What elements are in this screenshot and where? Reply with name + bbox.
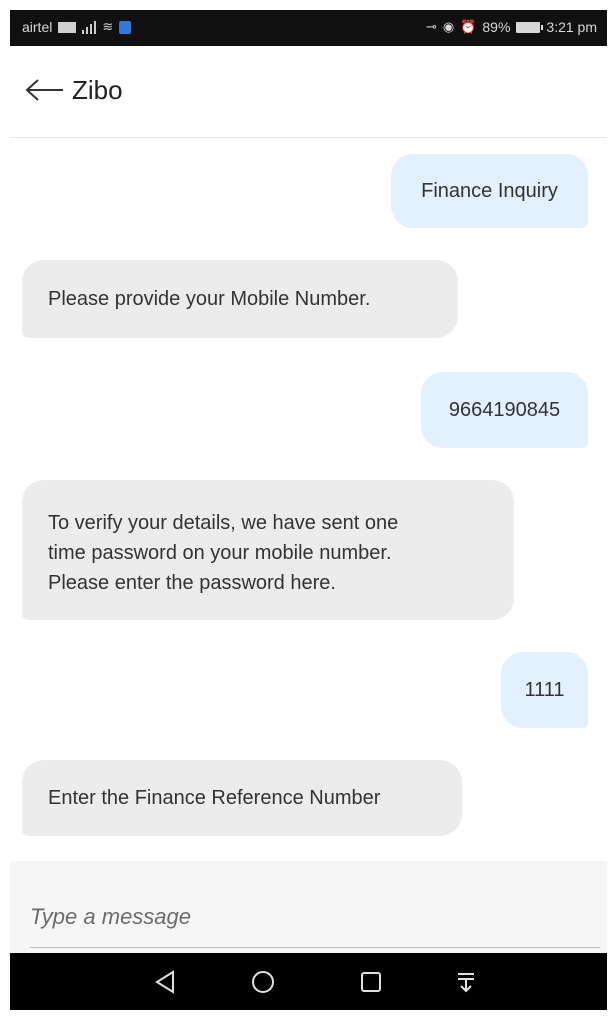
message-text: 9664190845 [448,399,561,421]
message-text: Enter the Finance Reference Number [48,787,381,809]
status-time: 3:21 pm [546,19,597,35]
arrow-left-icon[interactable] [25,78,65,102]
recents-square-icon[interactable] [355,967,387,997]
bot-message: Enter the Finance Reference Number [22,760,462,836]
carrier-name: airtel [22,19,53,35]
eye-icon: ◉ [442,19,455,34]
message-line: Please enter the password here. [48,572,336,594]
status-bar: airtel ≋ ⊸ ◉ ⏰ 89% 3:21 pm [10,10,607,46]
key-icon: ⊸ [425,19,437,34]
user-message: 9664190845 [421,372,588,448]
shield-icon [119,20,132,34]
bot-message: Please provide your Mobile Number. [22,260,458,338]
bot-message: To verify your details, we have sent one… [22,480,514,620]
battery-icon [516,21,544,33]
status-left: airtel ≋ [22,19,132,35]
input-underline [30,947,600,948]
alarm-icon: ⏰ [460,19,477,34]
message-text: Please provide your Mobile Number. [48,288,371,310]
message-text: 1111 [524,679,565,701]
message-input[interactable] [30,899,587,935]
user-message: 1111 [501,652,588,728]
notification-pull-icon[interactable] [450,967,482,997]
home-circle-icon[interactable] [247,967,279,997]
back-triangle-icon[interactable] [150,967,182,997]
chat-header: Zibo [10,46,607,138]
status-right: ⊸ ◉ ⏰ 89% 3:21 pm [426,19,597,35]
signal-icon [82,20,97,34]
message-text: Finance Inquiry [421,180,558,202]
message-list: Finance Inquiry Please provide your Mobi… [10,138,607,838]
chat-title: Zibo [72,75,123,105]
navigation-bar [10,953,607,1010]
phone-screen: airtel ≋ ⊸ ◉ ⏰ 89% 3:21 pm Zibo Finance … [10,10,607,1010]
battery-percentage: 89% [482,19,511,35]
wifi-icon: ≋ [102,19,114,34]
message-line: To verify your details, we have sent one [48,512,399,534]
message-line: time password on your mobile number. [48,542,392,564]
user-message: Finance Inquiry [391,154,588,228]
message-composer [10,861,607,953]
sim-card-icon [58,21,77,33]
